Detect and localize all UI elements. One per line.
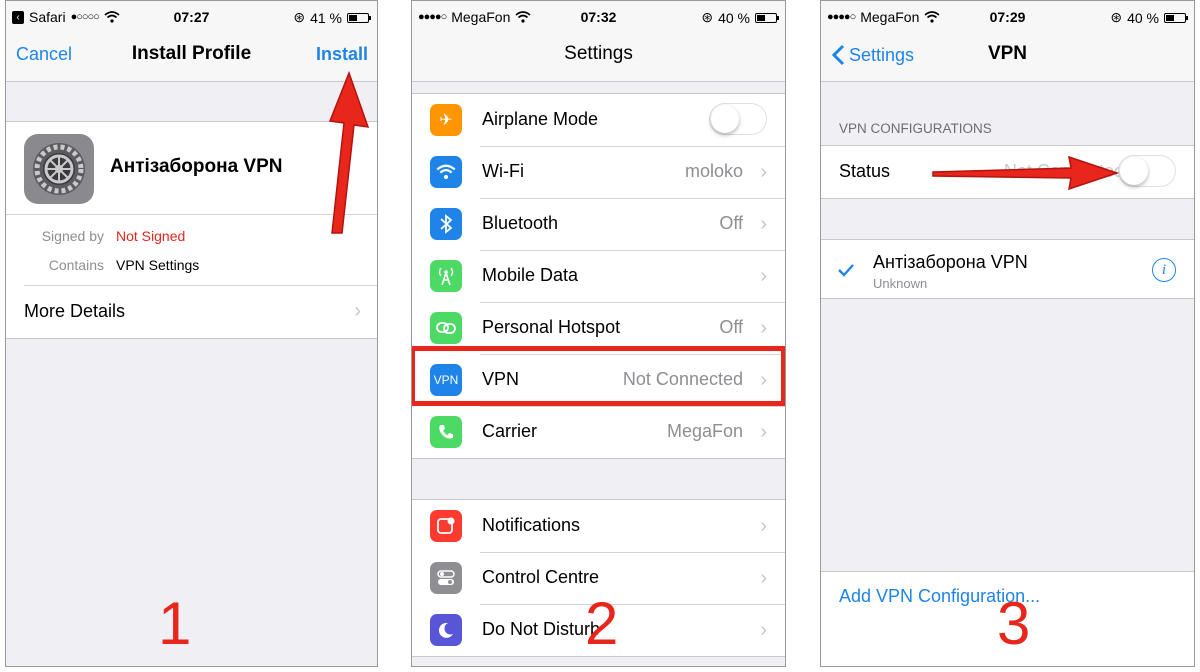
chevron-right-icon: ›: [760, 567, 767, 589]
rotation-lock-icon: ⊛: [293, 9, 306, 25]
airplane-mode-toggle[interactable]: [709, 103, 767, 135]
step-number: 1: [158, 590, 192, 657]
battery-icon: [755, 12, 779, 23]
wifi-icon: [430, 156, 462, 188]
airplane-icon: ✈: [430, 104, 462, 136]
row-label: Mobile Data: [482, 265, 579, 285]
navigation-bar: Settings VPN: [821, 35, 1194, 82]
section-header: VPN CONFIGURATIONS: [839, 121, 992, 136]
row-label: Bluetooth: [482, 213, 559, 233]
battery-percent: 40 %: [1127, 9, 1159, 26]
config-name: Антізаборона VPN: [873, 252, 1028, 272]
status-bar: ●●●●○ MegaFon 07:29 ⊛ 40 %: [821, 1, 1194, 35]
rotation-lock-icon: ⊛: [1110, 9, 1123, 25]
status-label: Status: [839, 161, 891, 181]
profile-name: Антізаборона VPN: [110, 156, 283, 177]
contains-label: Contains: [48, 257, 104, 273]
page-title: Settings: [564, 43, 633, 64]
contains-value: VPN Settings: [116, 257, 200, 273]
phone-vpn: ●●●●○ MegaFon 07:29 ⊛ 40 % Settings VPN …: [820, 0, 1195, 667]
chevron-right-icon: ›: [760, 515, 767, 537]
info-icon[interactable]: i: [1152, 258, 1176, 282]
settings-row-airplane-mode[interactable]: ✈ Airplane Mode: [412, 94, 785, 146]
phone-install-profile: ‹ Safari ●○○○○ 07:27 ⊛ 41 % Cancel Insta…: [5, 0, 378, 667]
status-bar: ●●●●○ MegaFon 07:32 ⊛ 40 %: [412, 1, 785, 35]
checkmark-icon: [838, 264, 854, 277]
install-button[interactable]: Install: [316, 44, 368, 65]
bluetooth-icon: [430, 208, 462, 240]
status-bar: ‹ Safari ●○○○○ 07:27 ⊛ 41 %: [6, 1, 377, 35]
settings-row-carrier[interactable]: Carrier MegaFon ›: [412, 406, 785, 458]
notifications-icon: [430, 510, 462, 542]
battery-icon: [1164, 12, 1188, 23]
signed-by-label: Signed by: [41, 228, 104, 244]
chevron-right-icon: ›: [760, 619, 767, 641]
settings-row-notifications[interactable]: Notifications ›: [412, 500, 785, 552]
row-label: Control Centre: [482, 567, 600, 587]
vpn-config-row[interactable]: Антізаборона VPN Unknown i: [821, 239, 1194, 299]
chevron-right-icon: ›: [760, 421, 767, 443]
phone-icon: [430, 416, 462, 448]
annotation-arrow-right: [932, 155, 1120, 191]
row-label: Notifications: [482, 515, 581, 535]
battery-percent: 40 %: [718, 9, 750, 26]
rotation-lock-icon: ⊛: [701, 9, 714, 25]
row-value: MegaFon: [666, 421, 743, 441]
row-value: Off: [719, 317, 743, 337]
control-centre-icon: [430, 562, 462, 594]
more-details-label: More Details: [24, 301, 126, 321]
chevron-right-icon: ›: [354, 300, 361, 322]
hotspot-icon: [430, 312, 462, 344]
battery-icon: [347, 12, 371, 23]
config-subtitle: Unknown: [873, 276, 928, 291]
chevron-right-icon: ›: [760, 161, 767, 183]
step-number: 2: [585, 590, 619, 657]
chevron-right-icon: ›: [760, 265, 767, 287]
row-value: Off: [719, 213, 743, 233]
more-details-row[interactable]: More Details ›: [6, 286, 377, 338]
page-title: VPN: [987, 43, 1028, 64]
step-number: 3: [997, 590, 1031, 657]
row-label: Wi-Fi: [482, 161, 524, 181]
row-value: moloko: [684, 161, 743, 181]
phone-settings: ●●●●○ MegaFon 07:32 ⊛ 40 % Settings ✈ Ai…: [411, 0, 786, 667]
row-label: Do Not Disturb: [482, 619, 601, 639]
annotation-arrow-up: [328, 71, 370, 234]
chevron-right-icon: ›: [760, 213, 767, 235]
navigation-bar: Settings: [412, 35, 785, 82]
moon-icon: [430, 614, 462, 646]
antenna-icon: [430, 260, 462, 292]
signed-by-value: Not Signed: [116, 228, 186, 244]
row-label: Airplane Mode: [482, 109, 599, 129]
settings-gear-icon: [24, 134, 94, 204]
row-label: Carrier: [482, 421, 538, 441]
settings-row-mobile-data[interactable]: Mobile Data ›: [412, 250, 785, 302]
battery-percent: 41 %: [310, 9, 342, 26]
chevron-right-icon: ›: [760, 317, 767, 339]
settings-row-bluetooth[interactable]: Bluetooth Off ›: [412, 198, 785, 250]
vpn-highlight-box: [412, 346, 785, 406]
row-label: Personal Hotspot: [482, 317, 621, 337]
settings-row-wifi[interactable]: Wi-Fi moloko ›: [412, 146, 785, 198]
